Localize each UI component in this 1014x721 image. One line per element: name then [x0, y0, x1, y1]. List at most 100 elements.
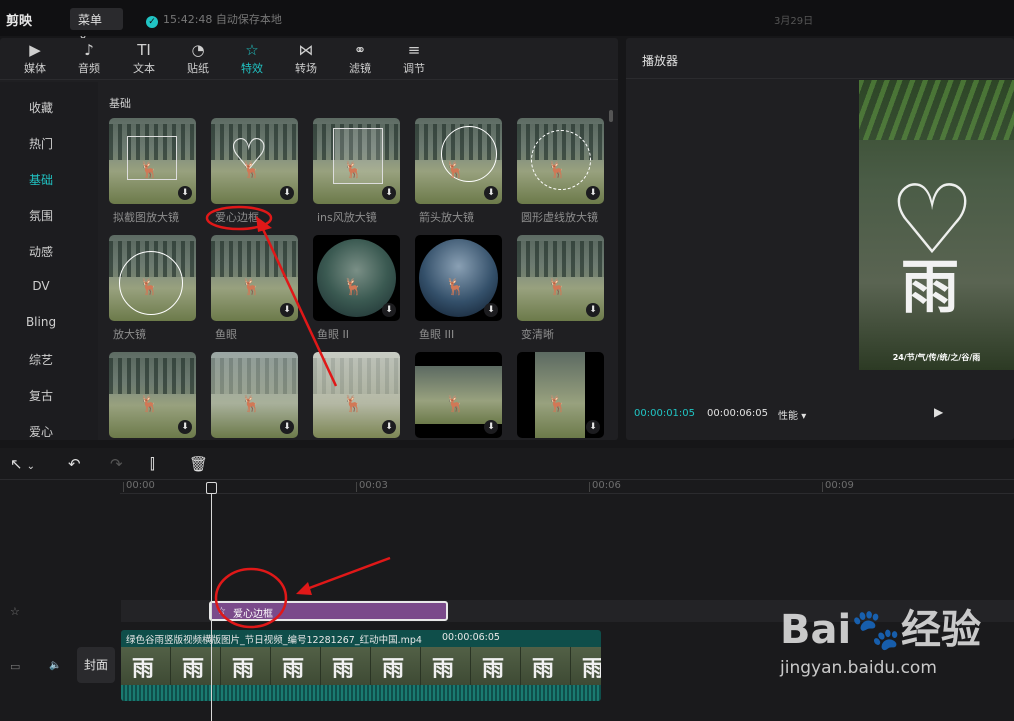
- volume-icon[interactable]: 🔈: [49, 660, 61, 671]
- download-icon[interactable]: ⬇: [586, 303, 600, 317]
- sidebar-item-dynamic[interactable]: 动感: [0, 243, 82, 260]
- video-preview[interactable]: ♡ 雨 24/节/气/传/统/之/谷/雨: [859, 80, 1014, 370]
- effect-card-screenshot-magnifier[interactable]: 🦌 ⬇: [109, 118, 196, 204]
- star-icon: ☆: [217, 606, 226, 617]
- download-icon[interactable]: ⬇: [382, 420, 396, 434]
- download-icon[interactable]: ⬇: [280, 420, 294, 434]
- sidebar-item-basic[interactable]: 基础: [0, 171, 82, 188]
- effect-label: 鱼眼 III: [419, 328, 455, 341]
- download-icon[interactable]: ⬇: [586, 186, 600, 200]
- tab-sticker[interactable]: ◔ 贴纸: [171, 40, 225, 80]
- effect-card-dashed-circle-magnifier[interactable]: 🦌 ⬇: [517, 118, 604, 204]
- undo-icon: ↶: [68, 455, 81, 473]
- tab-audio[interactable]: ♪ 音频: [62, 40, 116, 80]
- tab-text[interactable]: TI 文本: [117, 40, 171, 80]
- effect-card-row3-5[interactable]: 🦌 ⬇: [517, 352, 604, 438]
- performance-label: 性能: [778, 411, 798, 422]
- deer-icon: 🦌: [547, 277, 567, 296]
- select-tool-button[interactable]: ↖ ⌄: [10, 455, 35, 473]
- section-title: 基础: [109, 97, 131, 110]
- download-icon[interactable]: ⬇: [484, 420, 498, 434]
- sidebar-item-love[interactable]: 爱心: [0, 423, 82, 440]
- effect-card-magnifier[interactable]: 🦌: [109, 235, 196, 321]
- rain-character: 雨: [901, 253, 960, 321]
- sidebar-item-dv[interactable]: DV: [0, 279, 82, 293]
- tab-filter[interactable]: ⚭ 滤镜: [333, 40, 387, 80]
- effect-label: 放大镜: [113, 328, 146, 341]
- text-icon: TI: [137, 41, 151, 59]
- date-label: 3月29日: [774, 16, 814, 27]
- video-clip[interactable]: 绿色谷雨竖版视频横版图片_节日视频_编号12281267_红动中国.mp4 00…: [121, 630, 601, 701]
- split-button[interactable]: ⫿: [150, 455, 155, 473]
- scrollbar-thumb[interactable]: [609, 110, 613, 122]
- video-thumbnail: 雨: [321, 647, 371, 685]
- undo-button[interactable]: ↶: [68, 455, 81, 473]
- sidebar-item-hot[interactable]: 热门: [0, 135, 82, 152]
- play-button[interactable]: ▶: [934, 405, 943, 419]
- ruler-tick: 00:06: [589, 480, 621, 492]
- effect-card-row3-2[interactable]: 🦌 ⬇: [211, 352, 298, 438]
- ruler-tick: 00:03: [356, 480, 388, 492]
- effect-card-row3-3[interactable]: 🦌 ⬇: [313, 352, 400, 438]
- effect-card-row3-4[interactable]: 🦌 ⬇: [415, 352, 502, 438]
- sidebar-item-favorites[interactable]: 收藏: [0, 99, 82, 116]
- download-icon[interactable]: ⬇: [382, 303, 396, 317]
- effect-card-ins-magnifier[interactable]: 🦌 ⬇: [313, 118, 400, 204]
- tab-label: 滤镜: [349, 62, 371, 75]
- heart-frame-effect-clip[interactable]: ☆ 爱心边框: [209, 601, 448, 621]
- download-icon[interactable]: ⬇: [178, 420, 192, 434]
- sidebar-item-retro[interactable]: 复古: [0, 387, 82, 404]
- effect-card-fisheye-3[interactable]: 🦌 ⬇: [415, 235, 502, 321]
- download-icon[interactable]: ⬇: [280, 303, 294, 317]
- deer-icon: 🦌: [445, 160, 465, 179]
- effect-card-heart-frame[interactable]: ♡ 🦌 ⬇: [211, 118, 298, 204]
- effect-card-arrow-magnifier[interactable]: 🦌 ⬇: [415, 118, 502, 204]
- time-ruler[interactable]: 00:00 00:03 00:06 00:09: [120, 480, 1014, 494]
- baidu-jingyan-watermark: Bai🐾经验 jingyan.baidu.com: [780, 610, 981, 678]
- performance-dropdown[interactable]: 性能 ▾: [778, 407, 806, 422]
- download-icon[interactable]: ⬇: [382, 186, 396, 200]
- cover-button[interactable]: 封面: [77, 647, 115, 683]
- playhead-handle[interactable]: [206, 482, 217, 494]
- save-status-text: 15:42:48 自动保存本地: [163, 13, 282, 26]
- redo-button[interactable]: ↷: [110, 455, 123, 473]
- effect-clip-label: 爱心边框: [233, 609, 273, 620]
- video-thumbnail: 雨: [521, 647, 571, 685]
- cover-label: 封面: [83, 658, 108, 672]
- delete-button[interactable]: 🗑: [189, 455, 208, 473]
- download-icon[interactable]: ⬇: [586, 420, 600, 434]
- tab-effects[interactable]: ☆ 特效: [225, 40, 279, 80]
- download-icon[interactable]: ⬇: [484, 303, 498, 317]
- player-title: 播放器: [642, 54, 679, 68]
- tab-label: 音频: [78, 62, 100, 75]
- download-icon[interactable]: ⬇: [178, 186, 192, 200]
- download-icon[interactable]: ⬇: [484, 186, 498, 200]
- effect-label: 爱心边框: [215, 211, 259, 224]
- video-thumbnail: 雨: [171, 647, 221, 685]
- effect-card-fisheye-2[interactable]: 🦌 ⬇: [313, 235, 400, 321]
- effects-category-sidebar: 收藏 热门 基础 氛围 动感 DV Bling 综艺 复古 爱心: [0, 82, 98, 440]
- video-clip-name: 绿色谷雨竖版视频横版图片_节日视频_编号12281267_红动中国.mp4: [126, 635, 422, 646]
- effect-card-row3-1[interactable]: 🦌 ⬇: [109, 352, 196, 438]
- tab-transition[interactable]: ⋈ 转场: [279, 40, 333, 80]
- deer-icon: 🦌: [139, 160, 159, 179]
- sidebar-item-atmosphere[interactable]: 氛围: [0, 207, 82, 224]
- tab-media[interactable]: ▶ 媒体: [8, 40, 62, 80]
- tab-label: 特效: [241, 62, 263, 75]
- deer-icon: 🦌: [343, 277, 363, 296]
- video-track-icon: ▭: [10, 660, 21, 673]
- effect-label: 鱼眼 II: [317, 328, 349, 341]
- sidebar-item-bling[interactable]: Bling: [0, 315, 82, 329]
- sidebar-item-variety[interactable]: 综艺: [0, 351, 82, 368]
- menu-button[interactable]: 菜单 ⌄: [70, 8, 123, 42]
- caret-down-icon: ▾: [801, 411, 807, 422]
- effect-card-fisheye[interactable]: 🦌 ⬇: [211, 235, 298, 321]
- audio-waveform: [121, 685, 601, 701]
- download-icon[interactable]: ⬇: [280, 186, 294, 200]
- effect-label: 变清晰: [521, 328, 554, 341]
- effect-card-sharpen[interactable]: 🦌 ⬇: [517, 235, 604, 321]
- deer-icon: 🦌: [547, 160, 567, 179]
- tab-adjust[interactable]: ≡ 调节: [387, 40, 441, 80]
- media-icon: ▶: [29, 41, 41, 59]
- tab-label: 媒体: [24, 62, 46, 75]
